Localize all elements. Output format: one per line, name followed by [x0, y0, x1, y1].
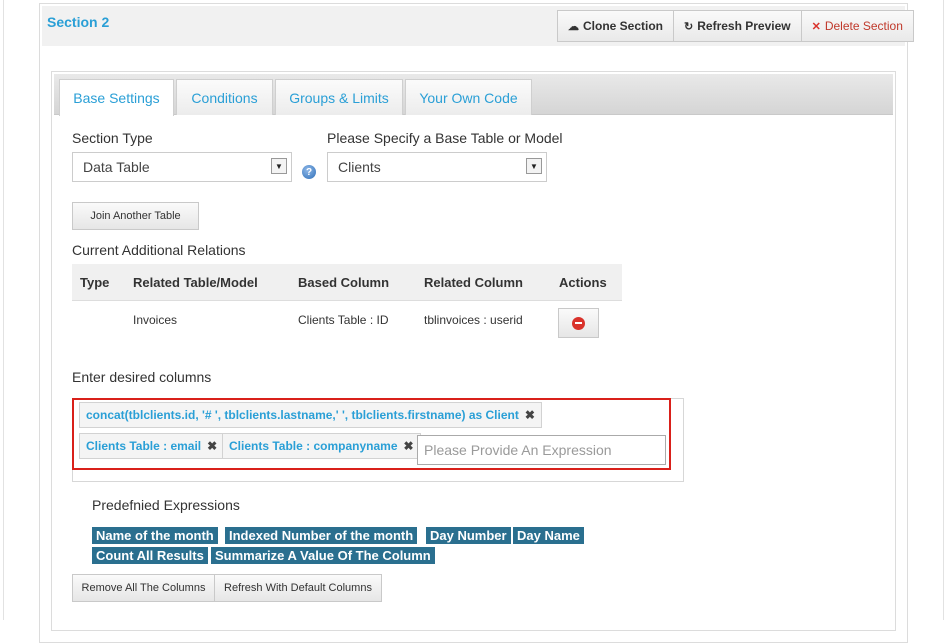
- expression-badge-day-name[interactable]: Day Name: [513, 527, 584, 544]
- relations-title: Current Additional Relations: [72, 242, 246, 258]
- tab-label: Groups & Limits: [289, 89, 389, 106]
- close-icon: ✕: [811, 20, 821, 33]
- join-another-table-button[interactable]: Join Another Table: [72, 202, 199, 230]
- remove-all-columns-button[interactable]: Remove All The Columns: [72, 574, 215, 602]
- column-chip-label: Clients Table : email: [86, 439, 202, 453]
- column-header-related-column: Related Column: [424, 275, 523, 290]
- cell-related-column: tblinvoices : userid: [424, 313, 523, 327]
- column-header-type: Type: [80, 275, 110, 290]
- close-icon[interactable]: ✖: [207, 439, 217, 453]
- columns-title: Enter desired columns: [72, 369, 212, 385]
- column-chip-label: Clients Table : companyname: [229, 439, 398, 453]
- caret-down-icon: ▼: [526, 158, 542, 174]
- refresh-preview-button[interactable]: ↻ Refresh Preview: [673, 10, 802, 42]
- expression-input[interactable]: [417, 435, 666, 465]
- delete-section-label: Delete Section: [824, 19, 903, 33]
- cloud-icon: ☁: [568, 20, 579, 33]
- base-table-label: Please Specify a Base Table or Model: [327, 130, 563, 146]
- column-chip[interactable]: Clients Table : companyname ✖: [222, 433, 421, 459]
- table-divider: [72, 300, 622, 301]
- delete-relation-button[interactable]: [558, 308, 599, 338]
- column-chip[interactable]: Clients Table : email ✖: [79, 433, 225, 459]
- section-actions: ☁ Clone Section ↻ Refresh Preview ✕ Dele…: [557, 10, 914, 42]
- cell-related-table: Invoices: [133, 313, 178, 327]
- cell-based-column: Clients Table : ID: [298, 313, 389, 327]
- delete-section-button[interactable]: ✕ Delete Section: [800, 10, 914, 42]
- refresh-icon: ↻: [684, 20, 694, 33]
- refresh-default-columns-button[interactable]: Refresh With Default Columns: [214, 574, 382, 602]
- column-chip[interactable]: concat(tblclients.id, '# ', tblclients.l…: [79, 402, 542, 428]
- page-border-right: [943, 0, 944, 620]
- close-icon[interactable]: ✖: [404, 439, 414, 453]
- tab-groups-limits[interactable]: Groups & Limits: [275, 79, 403, 115]
- section-type-select[interactable]: Data Table ▼: [72, 152, 292, 182]
- tab-label: Conditions: [191, 89, 258, 106]
- clone-section-label: Clone Section: [583, 19, 664, 33]
- tab-label: Base Settings: [73, 90, 160, 106]
- tab-base-settings[interactable]: Base Settings: [59, 79, 174, 116]
- minus-circle-icon: [572, 316, 585, 330]
- tab-label: Your Own Code: [419, 89, 518, 106]
- expression-badge-day-number[interactable]: Day Number: [426, 527, 511, 544]
- close-icon[interactable]: ✖: [525, 408, 535, 422]
- section-title: Section 2: [47, 14, 110, 30]
- column-chip-label: concat(tblclients.id, '# ', tblclients.l…: [86, 408, 519, 422]
- base-table-value: Clients: [338, 159, 381, 175]
- predefined-title: Predefnied Expressions: [92, 497, 240, 513]
- tab-conditions[interactable]: Conditions: [176, 79, 273, 115]
- expression-badge-count-all[interactable]: Count All Results: [92, 547, 208, 564]
- expression-badge-indexed-month[interactable]: Indexed Number of the month: [225, 527, 418, 544]
- expression-badge-summarize[interactable]: Summarize A Value Of The Column: [211, 547, 435, 564]
- help-icon[interactable]: ?: [302, 165, 316, 179]
- expression-badge-name-of-month[interactable]: Name of the month: [92, 527, 218, 544]
- section-type-value: Data Table: [83, 159, 150, 175]
- clone-section-button[interactable]: ☁ Clone Section: [557, 10, 675, 42]
- column-header-related-table: Related Table/Model: [133, 275, 258, 290]
- base-table-select[interactable]: Clients ▼: [327, 152, 547, 182]
- page-border-left: [3, 0, 4, 620]
- section-type-label: Section Type: [72, 130, 153, 146]
- column-header-actions: Actions: [559, 275, 607, 290]
- refresh-preview-label: Refresh Preview: [697, 19, 791, 33]
- tab-your-own-code[interactable]: Your Own Code: [405, 79, 532, 115]
- column-header-based-column: Based Column: [298, 275, 390, 290]
- caret-down-icon: ▼: [271, 158, 287, 174]
